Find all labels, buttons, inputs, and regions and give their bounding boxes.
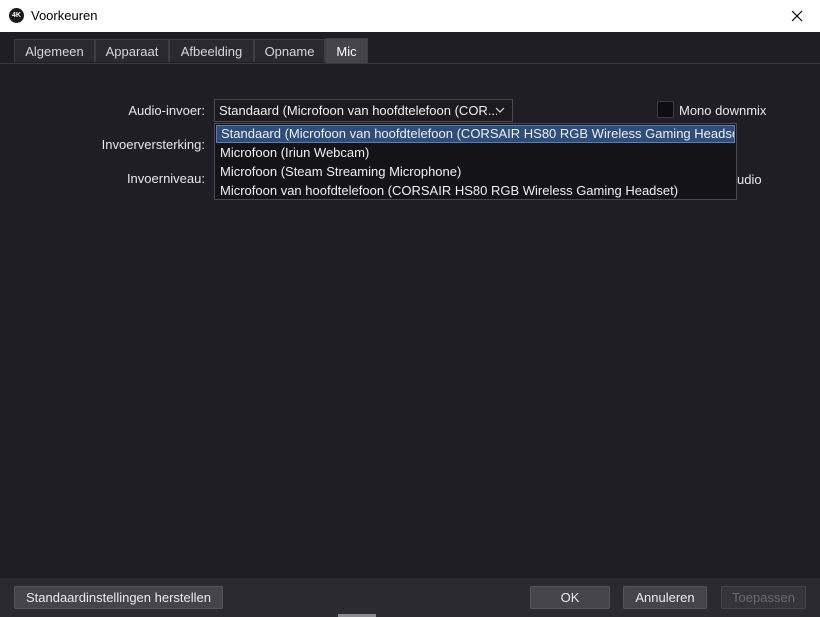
close-button[interactable] bbox=[774, 0, 820, 32]
apply-button[interactable]: Toepassen bbox=[721, 586, 806, 609]
footer-bar: Standaardinstellingen herstellen OK Annu… bbox=[0, 578, 820, 617]
tab-mic[interactable]: Mic bbox=[325, 38, 368, 63]
tab-apparaat[interactable]: Apparaat bbox=[95, 39, 169, 62]
dropdown-option-default[interactable]: Standaard (Microfoon van hoofdtelefoon (… bbox=[216, 125, 735, 143]
dropdown-option-corsair-headset[interactable]: Microfoon van hoofdtelefoon (CORSAIR HS8… bbox=[216, 182, 735, 200]
tab-bar: Algemeen Apparaat Afbeelding Opname Mic bbox=[0, 32, 820, 64]
dropdown-option-iriun-webcam[interactable]: Microfoon (Iriun Webcam) bbox=[216, 144, 735, 162]
ok-button[interactable]: OK bbox=[530, 586, 610, 609]
reset-defaults-button[interactable]: Standaardinstellingen herstellen bbox=[14, 586, 223, 609]
tab-afbeelding[interactable]: Afbeelding bbox=[169, 39, 254, 62]
chevron-down-icon bbox=[495, 107, 505, 113]
audio-input-label: Audio-invoer: bbox=[128, 103, 205, 118]
cancel-button[interactable]: Annuleren bbox=[623, 586, 707, 609]
tab-opname[interactable]: Opname bbox=[254, 39, 325, 62]
tab-algemeen[interactable]: Algemeen bbox=[14, 39, 95, 62]
window-title: Voorkeuren bbox=[31, 8, 98, 23]
close-icon bbox=[791, 10, 803, 22]
audio-input-dropdown-list: Standaard (Microfoon van hoofdtelefoon (… bbox=[214, 123, 737, 200]
dropdown-option-steam-microphone[interactable]: Microfoon (Steam Streaming Microphone) bbox=[216, 163, 735, 181]
input-gain-label: Invoerversterking: bbox=[101, 137, 205, 152]
audio-input-value: Standaard (Microfoon van hoofdtelefoon (… bbox=[219, 103, 497, 118]
mono-downmix-checkbox[interactable] bbox=[657, 101, 674, 118]
audio-input-select[interactable]: Standaard (Microfoon van hoofdtelefoon (… bbox=[214, 99, 513, 122]
title-bar: 4K Voorkeuren bbox=[0, 0, 820, 32]
partial-label: udio bbox=[737, 172, 762, 187]
input-level-label: Invoerniveau: bbox=[126, 171, 205, 186]
app-logo-icon: 4K bbox=[9, 8, 24, 23]
mono-downmix-label: Mono downmix bbox=[679, 103, 767, 118]
